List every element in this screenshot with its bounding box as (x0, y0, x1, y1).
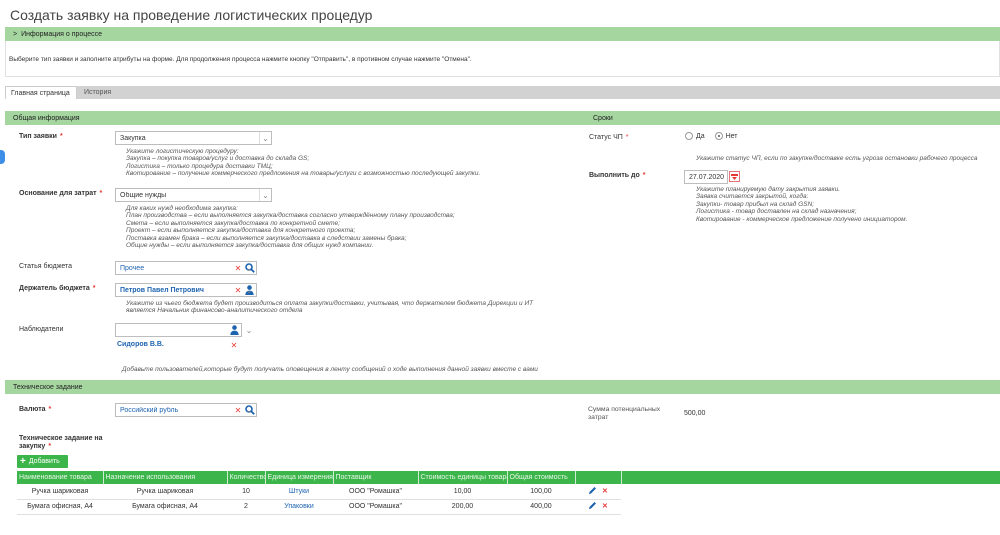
add-item-button[interactable]: + Добавить (17, 455, 68, 468)
basis-hint: Для каких нужд необходима закупка: План … (126, 205, 455, 250)
deadlines-header: Сроки (585, 111, 1000, 125)
tech-spec-header-label: Техническое задание (13, 383, 83, 391)
clear-icon[interactable]: ✕ (233, 406, 243, 415)
chevron-down-icon[interactable]: ⌄ (243, 404, 255, 416)
cell-unit-price: 200,00 (418, 499, 507, 515)
edit-icon[interactable] (588, 486, 597, 497)
cell-supplier: ООО "Ромашка" (333, 484, 418, 500)
table-row[interactable]: Бумага офисная, А4 Бумага офисная, А4 2 … (17, 499, 621, 515)
basis-select-value: Общие нужды (120, 191, 167, 199)
user-icon[interactable] (228, 325, 241, 335)
delete-icon[interactable]: ✕ (602, 503, 608, 510)
process-info-header[interactable]: > Информация о процессе (5, 27, 1000, 41)
cell-name: Ручка шариковая (17, 484, 103, 500)
tab-bar (5, 86, 1000, 99)
due-label: Выполнить до * (589, 172, 646, 179)
due-date-input[interactable]: 27.07.2020 (684, 170, 728, 184)
instruction-text: Выберите тип заявки и заполните атрибуты… (9, 56, 472, 63)
radio-no[interactable]: Нет (714, 132, 738, 140)
budget-item-field[interactable]: Прочее ✕ (115, 261, 257, 275)
sum-label: Сумма потенциальных затрат (588, 406, 661, 421)
clear-icon[interactable]: ✕ (233, 264, 243, 273)
cell-qty: 2 (227, 499, 265, 515)
cell-unit-price: 10,00 (418, 484, 507, 500)
plus-icon: + (20, 455, 26, 467)
tech-spec-header: Техническое задание (5, 380, 1000, 394)
chevron-down-icon[interactable]: ⌄ (243, 262, 255, 274)
observer-tag[interactable]: Сидоров В.В. (117, 341, 164, 348)
observers-field[interactable] (115, 323, 242, 337)
cell-total: 400,00 (507, 499, 575, 515)
column-header[interactable]: Поставщик (333, 471, 419, 484)
sum-value: 500,00 (684, 410, 706, 417)
column-header[interactable]: Стоимость единицы товара (418, 471, 508, 484)
due-date-value: 27.07.2020 (689, 173, 725, 181)
spec-label: Техническое задание на закупку * (19, 435, 103, 450)
budget-item-label: Статья бюджета (19, 263, 73, 270)
holder-label: Держатель бюджета * (19, 285, 96, 292)
basis-select[interactable]: Общие нужды ⌄ (115, 188, 272, 202)
type-select-value: Закупка (120, 134, 146, 142)
edit-icon[interactable] (588, 501, 597, 512)
emergency-radio-group: Да Нет (685, 132, 738, 140)
emergency-label: Статус ЧП * (589, 134, 629, 141)
column-header[interactable]: Общая стоимость (507, 471, 576, 484)
cell-name: Бумага офисная, А4 (17, 499, 103, 515)
column-header[interactable]: Назначение использования (103, 471, 228, 484)
add-item-button-label: Добавить (28, 458, 60, 465)
cell-unit[interactable]: Штуки (265, 484, 333, 500)
deadlines-header-label: Сроки (593, 114, 613, 122)
cell-purpose: Бумага офисная, А4 (103, 499, 227, 515)
table-row[interactable]: Ручка шариковая Ручка шариковая 10 Штуки… (17, 484, 621, 500)
column-header[interactable]: Количество (227, 471, 266, 484)
delete-icon[interactable]: ✕ (602, 488, 608, 495)
spec-table: Наименование товара Назначение использов… (17, 471, 622, 515)
chevron-down-icon[interactable]: ⌄ (243, 324, 255, 336)
tab-main-label: Главная страница (11, 89, 70, 97)
page-title: Создать заявку на проведение логистическ… (10, 7, 373, 23)
tab-main[interactable]: Главная страница (5, 86, 77, 99)
cell-unit[interactable]: Упаковки (265, 499, 333, 515)
column-header[interactable]: Наименование товара (17, 471, 104, 484)
column-header-actions (575, 471, 622, 484)
remove-observer-icon[interactable]: ✕ (229, 341, 239, 350)
observers-label: Наблюдатели (19, 326, 64, 333)
holder-value: Петров Павел Петрович (120, 286, 204, 294)
cell-total: 100,00 (507, 484, 575, 500)
basis-label: Основание для затрат * (19, 190, 103, 197)
chevron-right-icon: > (13, 30, 18, 38)
observers-hint: Добавьте пользователей,которые будут пол… (122, 366, 538, 373)
type-hint: Укажите логистическую процедуру: Закупка… (126, 148, 481, 178)
cell-purpose: Ручка шариковая (103, 484, 227, 500)
tab-history-label: История (84, 89, 112, 96)
chevron-down-icon: ⌄ (259, 132, 271, 144)
calendar-icon[interactable] (729, 171, 740, 182)
currency-value: Российский рубль (120, 406, 179, 414)
clear-icon[interactable]: ✕ (233, 286, 243, 295)
type-select[interactable]: Закупка ⌄ (115, 131, 272, 145)
holder-hint: Укажите из чьего бюджета будет производи… (126, 300, 534, 315)
process-info-header-label: Информация о процессе (21, 30, 103, 38)
holder-field[interactable]: Петров Павел Петрович ✕ (115, 283, 257, 297)
row-actions: ✕ (575, 484, 621, 500)
side-panel-handle[interactable] (0, 150, 5, 164)
chevron-down-icon: ⌄ (259, 189, 271, 201)
budget-item-value: Прочее (120, 264, 145, 272)
chevron-down-icon[interactable]: ⌄ (243, 284, 255, 296)
type-label: Тип заявки * (19, 133, 63, 140)
tab-history[interactable]: История (79, 86, 119, 99)
column-header[interactable]: Единица измерения (265, 471, 334, 484)
cell-qty: 10 (227, 484, 265, 500)
general-info-header-label: Общая информация (13, 114, 80, 122)
currency-label: Валюта * (19, 406, 52, 413)
emergency-hint: Укажите статус ЧП, если по закупке/доста… (696, 155, 978, 162)
due-hint: Укажите планируемую дату закрытия заявки… (696, 186, 908, 223)
general-info-header: Общая информация (5, 111, 585, 125)
row-actions: ✕ (575, 499, 621, 515)
table-header-row: Наименование товара Назначение использов… (17, 471, 622, 484)
currency-field[interactable]: Российский рубль ✕ (115, 403, 257, 417)
cell-supplier: ООО "Ромашка" (333, 499, 418, 515)
radio-yes[interactable]: Да (685, 132, 705, 140)
